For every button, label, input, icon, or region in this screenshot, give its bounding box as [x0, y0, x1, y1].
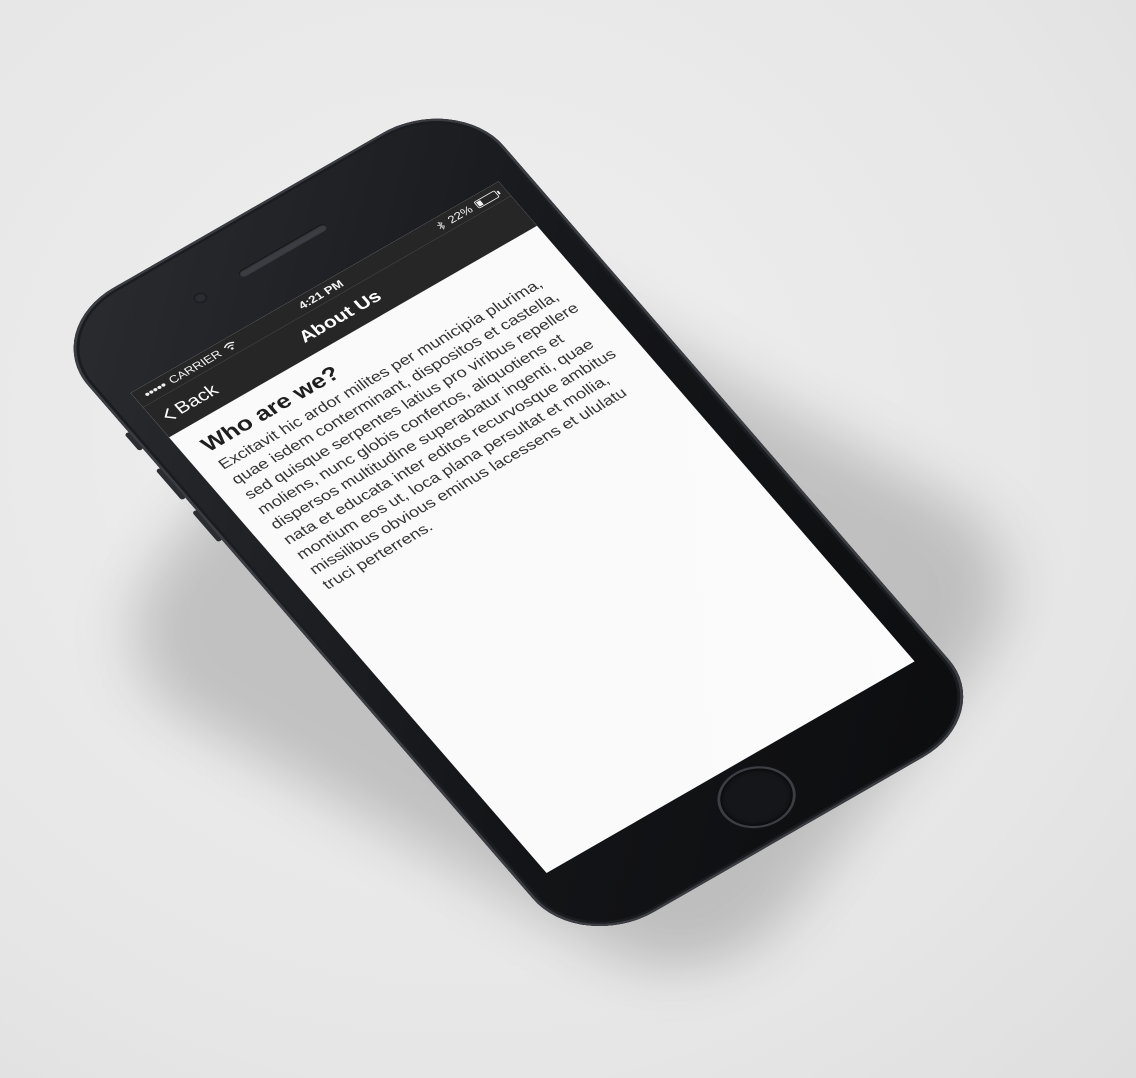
background: ●●●●● CARRIER 4:21 PM 22% Back About Us … [0, 0, 1136, 1078]
earpiece-speaker [237, 222, 329, 279]
phone-wrapper: ●●●●● CARRIER 4:21 PM 22% Back About Us … [0, 0, 1136, 1078]
about-content: Who are we? Excitavit hic ardor milites … [196, 247, 664, 594]
front-camera [191, 290, 210, 306]
phone-screen: ●●●●● CARRIER 4:21 PM 22% Back About Us … [130, 181, 915, 873]
phone-body: ●●●●● CARRIER 4:21 PM 22% Back About Us … [40, 90, 997, 955]
phone-device: ●●●●● CARRIER 4:21 PM 22% Back About Us … [40, 90, 997, 955]
battery-fill [475, 199, 484, 207]
